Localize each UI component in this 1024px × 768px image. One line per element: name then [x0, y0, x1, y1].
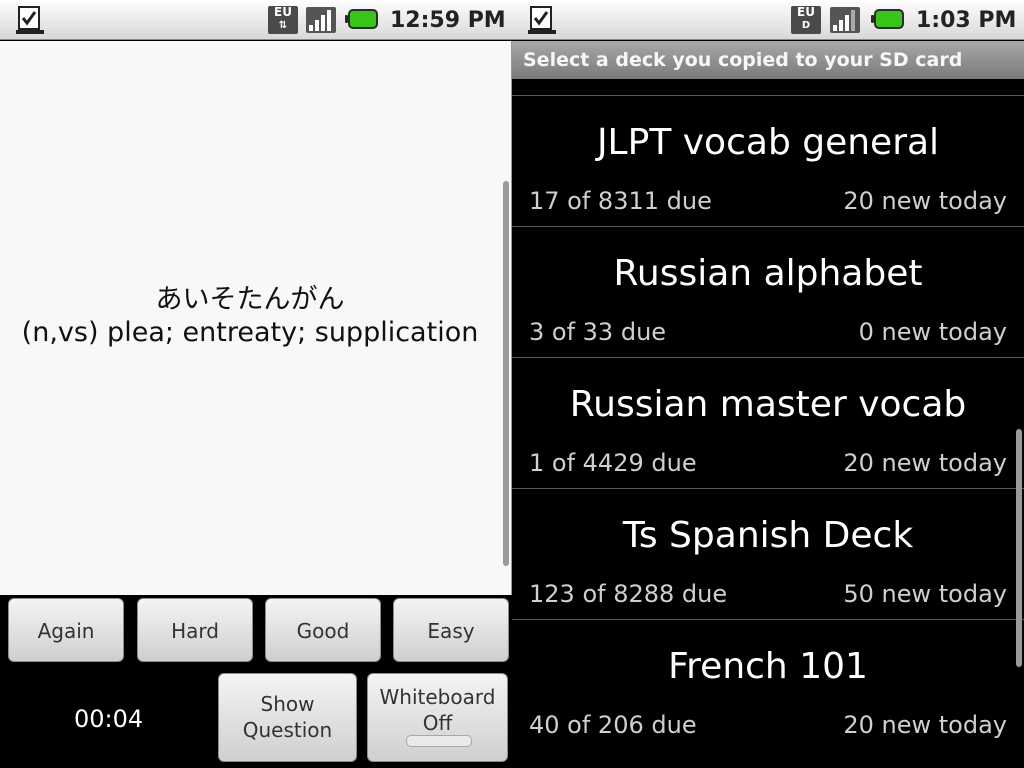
show-question-button[interactable]: Show Question — [218, 673, 357, 762]
download-notification-icon[interactable] — [526, 4, 558, 36]
deck-name: Russian master vocab — [569, 384, 967, 425]
status-bar: EU D 1:03 PM — [512, 0, 1024, 40]
whiteboard-toggle-button[interactable]: Whiteboard Off — [367, 673, 508, 762]
card-scrollbar[interactable] — [503, 181, 509, 566]
deck-new-count: 20 new today — [843, 449, 1007, 477]
list-scrollbar[interactable] — [1016, 429, 1022, 667]
deck-name: JLPT vocab general — [596, 122, 940, 163]
deck-picker-screen: EU D 1:03 PM Select a deck you copied to … — [512, 0, 1024, 768]
good-button[interactable]: Good — [265, 598, 381, 662]
status-bar: EU ⇅ 12:59 PM — [0, 0, 512, 40]
deck-item[interactable]: Russian alphabet 3 of 33 due 0 new today — [512, 226, 1024, 357]
hard-button[interactable]: Hard — [137, 598, 253, 662]
deck-new-count: 50 new today — [843, 580, 1007, 608]
deck-name: Ts Spanish Deck — [622, 515, 914, 556]
flashcard-area[interactable]: あいそたんがん (n,vs) plea; entreaty; supplicat… — [0, 41, 512, 595]
deck-list[interactable]: JLPT vocab general 17 of 8311 due 20 new… — [512, 79, 1024, 768]
deck-item[interactable]: JLPT vocab general 17 of 8311 due 20 new… — [512, 95, 1024, 226]
signal-strength-icon — [306, 7, 336, 33]
battery-icon — [871, 9, 904, 29]
deck-item[interactable]: Russian master vocab 1 of 4429 due 20 ne… — [512, 357, 1024, 488]
deck-name: Russian alphabet — [613, 253, 923, 294]
easy-button[interactable]: Easy — [393, 598, 509, 662]
signal-strength-icon — [830, 7, 860, 33]
card-back-text: (n,vs) plea; entreaty; supplication — [21, 317, 479, 348]
download-notification-icon[interactable] — [14, 4, 46, 36]
deck-item[interactable]: French 101 40 of 206 due 20 new today — [512, 619, 1024, 750]
show-question-label-2: Question — [242, 718, 333, 742]
deck-due-count: 3 of 33 due — [529, 318, 667, 346]
deck-due-count: 1 of 4429 due — [529, 449, 697, 477]
whiteboard-label-2: Off — [422, 711, 453, 735]
battery-icon — [345, 9, 378, 29]
network-eu-icon: EU ⇅ — [268, 6, 298, 34]
deck-due-count: 123 of 8288 due — [529, 580, 728, 608]
deck-item[interactable]: Ts Spanish Deck 123 of 8288 due 50 new t… — [512, 488, 1024, 619]
deck-due-count: 17 of 8311 due — [529, 187, 712, 215]
network-eu-icon: EU D — [791, 6, 821, 34]
review-screen: EU ⇅ 12:59 PM あいそたんがん (n,vs) plea; entrea… — [0, 0, 512, 768]
deck-new-count: 20 new today — [843, 711, 1007, 739]
status-time: 1:03 PM — [916, 8, 1017, 33]
deck-new-count: 0 new today — [858, 318, 1007, 346]
status-time: 12:59 PM — [390, 8, 506, 33]
card-front-text: あいそたんがん — [155, 284, 345, 315]
again-button[interactable]: Again — [8, 598, 124, 662]
show-question-label-1: Show — [260, 692, 315, 716]
whiteboard-label-1: Whiteboard — [379, 685, 496, 709]
review-timer: 00:04 — [74, 705, 144, 733]
toggle-indicator — [406, 735, 472, 747]
deck-name: French 101 — [668, 646, 868, 687]
deck-new-count: 20 new today — [843, 187, 1007, 215]
deck-due-count: 40 of 206 due — [529, 711, 697, 739]
list-header: Select a deck you copied to your SD card — [512, 41, 1024, 79]
